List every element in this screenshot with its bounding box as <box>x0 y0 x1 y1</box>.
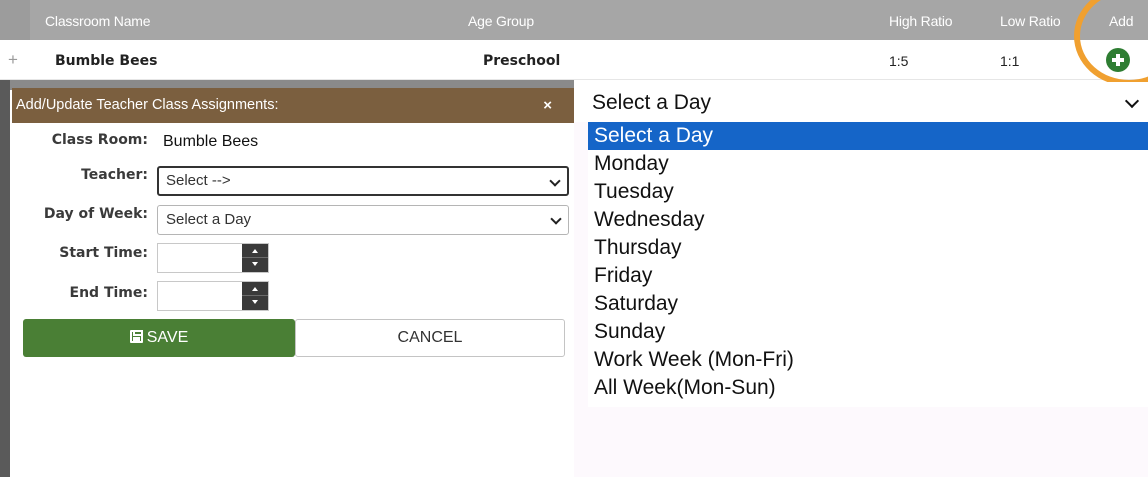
spinner-up-icon[interactable] <box>252 287 258 291</box>
chevron-down-icon <box>1124 93 1140 109</box>
modal-title-bar: Add/Update Teacher Class Assignments: × <box>12 88 574 123</box>
spinner-divider <box>242 257 268 258</box>
day-option[interactable]: Saturday <box>588 290 1148 318</box>
end-time-label: End Time: <box>69 285 148 301</box>
header-expand-column <box>0 0 30 40</box>
save-button[interactable]: SAVE <box>23 319 295 357</box>
spinner-down-icon[interactable] <box>252 300 258 304</box>
day-option[interactable]: Monday <box>588 150 1148 178</box>
classroom-value: Bumble Bees <box>163 133 259 150</box>
spinner-divider <box>242 295 268 296</box>
day-option[interactable]: Work Week (Mon-Fri) <box>588 346 1148 374</box>
day-option[interactable]: All Week(Mon-Sun) <box>588 374 1148 402</box>
header-low-ratio[interactable]: Low Ratio <box>1000 0 1061 40</box>
header-classroom-name[interactable]: Classroom Name <box>45 0 151 40</box>
day-option[interactable]: Thursday <box>588 234 1148 262</box>
day-of-week-select[interactable]: Select a Day <box>157 205 569 235</box>
start-time-input[interactable] <box>157 243 269 273</box>
day-dropdown-selected-value: Select a Day <box>592 91 712 114</box>
floppy-disk-icon <box>129 330 143 343</box>
header-high-ratio[interactable]: High Ratio <box>889 0 953 40</box>
teacher-label: Teacher: <box>81 167 148 183</box>
start-time-spinner[interactable] <box>242 244 268 272</box>
day-of-week-select-value: Select a Day <box>166 211 252 228</box>
background-page-edge <box>0 80 10 477</box>
close-icon[interactable]: × <box>543 88 552 124</box>
teacher-select-value: Select --> <box>166 172 231 189</box>
day-option[interactable]: Tuesday <box>588 178 1148 206</box>
header-age-group[interactable]: Age Group <box>468 0 534 40</box>
teacher-select[interactable]: Select --> <box>157 166 569 196</box>
cell-low-ratio: 1:1 <box>1000 53 1020 69</box>
end-time-input[interactable] <box>157 281 269 311</box>
spinner-down-icon[interactable] <box>252 262 258 266</box>
cell-classroom-name: Bumble Bees <box>55 53 158 69</box>
chevron-down-icon <box>550 213 562 225</box>
cancel-button-label: CANCEL <box>397 329 463 346</box>
spinner-up-icon[interactable] <box>252 249 258 253</box>
plus-circle-icon[interactable] <box>1106 48 1130 72</box>
table-row[interactable]: + Bumble Bees Preschool 1:5 1:1 <box>0 40 1148 80</box>
save-button-label: SAVE <box>146 329 189 346</box>
teacher-assignment-modal: Add/Update Teacher Class Assignments: × … <box>12 88 574 477</box>
day-of-week-label: Day of Week: <box>43 206 148 222</box>
classroom-label: Class Room: <box>51 132 148 148</box>
day-option[interactable]: Select a Day <box>588 122 1148 150</box>
day-dropdown-panel: Select a Day Select a Day Monday Tuesday… <box>574 82 1148 477</box>
day-option[interactable]: Sunday <box>588 318 1148 346</box>
day-option[interactable]: Friday <box>588 262 1148 290</box>
cell-age-group: Preschool <box>483 53 561 69</box>
cancel-button[interactable]: CANCEL <box>295 319 565 357</box>
header-add: Add <box>1109 13 1134 29</box>
day-option[interactable]: Wednesday <box>588 206 1148 234</box>
modal-title: Add/Update Teacher Class Assignments: <box>16 97 279 113</box>
start-time-label: Start Time: <box>59 245 148 261</box>
end-time-spinner[interactable] <box>242 282 268 310</box>
cell-high-ratio: 1:5 <box>889 53 909 69</box>
day-dropdown-list: Select a Day Monday Tuesday Wednesday Th… <box>588 122 1148 407</box>
day-dropdown-header[interactable]: Select a Day <box>574 82 1148 122</box>
row-expand-toggle[interactable]: + <box>8 40 18 80</box>
chevron-down-icon <box>549 175 561 187</box>
grid-header: Classroom Name Age Group High Ratio Low … <box>0 0 1148 40</box>
